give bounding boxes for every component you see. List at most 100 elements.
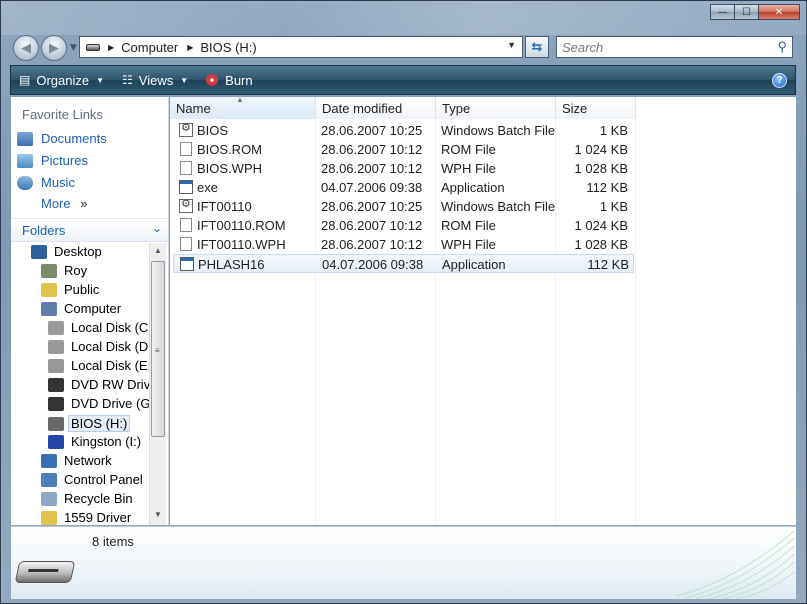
file-row[interactable]: IFT00110.WPH 28.06.2007 10:12 WPH File 1 02…: [173, 235, 634, 254]
pictures-icon: [17, 153, 33, 168]
folder-tree-item[interactable]: Kingston (I:): [48, 434, 141, 449]
document-icon: [180, 161, 192, 175]
recent-pages-dropdown[interactable]: ▼: [70, 43, 77, 53]
burn-button[interactable]: Burn: [198, 66, 262, 94]
music-icon: [17, 175, 33, 190]
file-date-modified: 28.06.2007 10:25: [321, 199, 423, 214]
dvd-rw-icon: [48, 377, 64, 392]
scroll-down-button[interactable]: ▼: [150, 507, 166, 523]
file-row[interactable]: IFT00110.ROM 28.06.2007 10:12 ROM File 1 02…: [173, 216, 634, 235]
search-icon[interactable]: ⚲: [777, 39, 787, 55]
scrollbar-thumb[interactable]: ≡: [151, 261, 165, 437]
caption-buttons: — ☐ ✕: [710, 4, 800, 20]
favorite-links-header: Favorite Links: [22, 107, 103, 122]
folder-tree-item[interactable]: Local Disk (E:): [48, 358, 156, 373]
folder-tree-item[interactable]: Desktop: [31, 244, 102, 259]
removable-drive-icon: [48, 416, 64, 431]
breadcrumb-chevron-icon[interactable]: ▶: [187, 43, 193, 52]
favorite-link-pictures[interactable]: Pictures: [17, 153, 88, 168]
file-row[interactable]: BIOS.WPH 28.06.2007 10:12 WPH File 1 028 KB: [173, 159, 634, 178]
minimize-button[interactable]: —: [710, 4, 735, 20]
drive-slot: [28, 569, 59, 572]
favorite-link-music[interactable]: Music: [17, 175, 75, 190]
file-date-modified: 28.06.2007 10:12: [321, 237, 423, 252]
file-type: WPH File: [441, 237, 496, 252]
double-chevron-icon: »: [80, 196, 88, 211]
forward-button[interactable]: ▶: [41, 35, 67, 61]
scroll-up-button[interactable]: ▲: [150, 243, 166, 259]
close-button[interactable]: ✕: [758, 4, 800, 20]
organize-button[interactable]: ▤ Organize ▼: [11, 66, 114, 94]
folders-scrollbar[interactable]: ▲ ≡ ▼: [149, 243, 166, 525]
folder-tree-label: Local Disk (D:): [71, 339, 157, 354]
file-type: ROM File: [441, 218, 496, 233]
file-type: ROM File: [441, 142, 496, 157]
refresh-icon: ⇆: [531, 39, 543, 55]
refresh-button[interactable]: ⇆: [525, 36, 549, 58]
folder-tree-label: Computer: [64, 301, 122, 316]
views-button[interactable]: ☷ Views ▼: [114, 66, 198, 94]
file-name: IFT00110: [197, 199, 252, 214]
folder-tree-item[interactable]: Local Disk (D:): [48, 339, 156, 354]
breadcrumb-computer[interactable]: Computer: [121, 40, 178, 55]
column-label: Size: [562, 101, 588, 116]
favorite-link-label: Music: [41, 175, 75, 190]
folder-tree-item[interactable]: Roy: [41, 263, 87, 278]
folder-tree-item[interactable]: Local Disk (C:): [48, 320, 156, 335]
help-button[interactable]: ?: [772, 73, 787, 88]
file-row[interactable]: IFT00110 28.06.2007 10:25 Windows Batch Fi…: [173, 197, 634, 216]
breadcrumb-bios-drive[interactable]: BIOS (H:): [200, 40, 256, 55]
folders-label: Folders: [22, 223, 66, 238]
folders-header[interactable]: Folders ⌄: [11, 218, 168, 242]
forward-arrow-icon: ▶: [49, 40, 59, 56]
favorite-link-documents[interactable]: Documents: [17, 131, 107, 146]
file-size: 112 KB: [587, 257, 629, 272]
glass-frame-highlight: [1, 1, 807, 35]
details-pane: 8 items: [11, 526, 796, 599]
folder-tree-item[interactable]: 1559 Driver: [41, 510, 131, 525]
file-row[interactable]: BIOS.ROM 28.06.2007 10:12 ROM File 1 024 KB: [173, 140, 634, 159]
file-row[interactable]: PHLASH16 04.07.2006 09:38 Application 112 K…: [173, 254, 634, 273]
column-header-date-modified[interactable]: Date modified: [316, 97, 436, 119]
file-date-modified: 28.06.2007 10:12: [321, 142, 423, 157]
file-name: PHLASH16: [198, 257, 265, 272]
maximize-button[interactable]: ☐: [734, 4, 759, 20]
address-bar[interactable]: ▶ Computer ▶ BIOS (H:) ▼: [79, 36, 523, 58]
file-name: IFT00110.WPH: [197, 237, 286, 252]
file-type: Windows Batch File: [441, 123, 556, 138]
folder-tree-label: Kingston (I:): [71, 434, 142, 449]
dvd-drive-icon: [48, 396, 64, 411]
folder-tree-label: 1559 Driver: [64, 510, 132, 525]
address-dropdown-icon[interactable]: ▼: [507, 40, 516, 50]
back-button[interactable]: ◀: [13, 35, 39, 61]
folder-tree-item[interactable]: BIOS (H:): [48, 415, 131, 432]
folder-tree-label: Public: [64, 282, 100, 297]
file-row[interactable]: BIOS 28.06.2007 10:25 Windows Batch File 1 …: [173, 121, 634, 140]
folder-tree-item[interactable]: DVD RW Drive: [48, 377, 157, 392]
network-icon: [41, 453, 57, 468]
file-name: BIOS.ROM: [197, 142, 263, 157]
batch-file-icon: [179, 197, 193, 213]
folder-tree-item[interactable]: Computer: [41, 301, 121, 316]
breadcrumb-chevron-icon[interactable]: ▶: [108, 43, 114, 52]
folder-tree-item[interactable]: DVD Drive (G:): [48, 396, 158, 411]
file-size: 112 KB: [586, 180, 628, 195]
more-label: More: [41, 196, 71, 211]
file-row[interactable]: exe 04.07.2006 09:38 Application 112 KB: [173, 178, 634, 197]
folder-tree-item[interactable]: Network: [41, 453, 112, 468]
more-links-button[interactable]: More »: [41, 196, 87, 211]
batch-file-icon: [179, 121, 193, 137]
favorite-link-label: Pictures: [41, 153, 88, 168]
sort-ascending-icon: ▲: [236, 95, 244, 104]
column-header-type[interactable]: Type: [436, 97, 556, 119]
column-label: Type: [442, 101, 471, 116]
explorer-window: — ☐ ✕ ◀ ▶ ▼ ▶ Computer ▶ BIOS (H:) ▼ ⇆ S…: [0, 0, 807, 604]
folder-tree-item[interactable]: Recycle Bin: [41, 491, 133, 506]
folder-tree-item[interactable]: Control Panel: [41, 472, 143, 487]
folder-tree-item[interactable]: Public: [41, 282, 99, 297]
file-type: Application: [441, 180, 505, 195]
burn-label: Burn: [225, 72, 253, 88]
column-header-name[interactable]: Name ▲: [170, 95, 316, 119]
column-header-size[interactable]: Size: [556, 97, 636, 119]
search-input[interactable]: Search ⚲: [556, 36, 793, 58]
